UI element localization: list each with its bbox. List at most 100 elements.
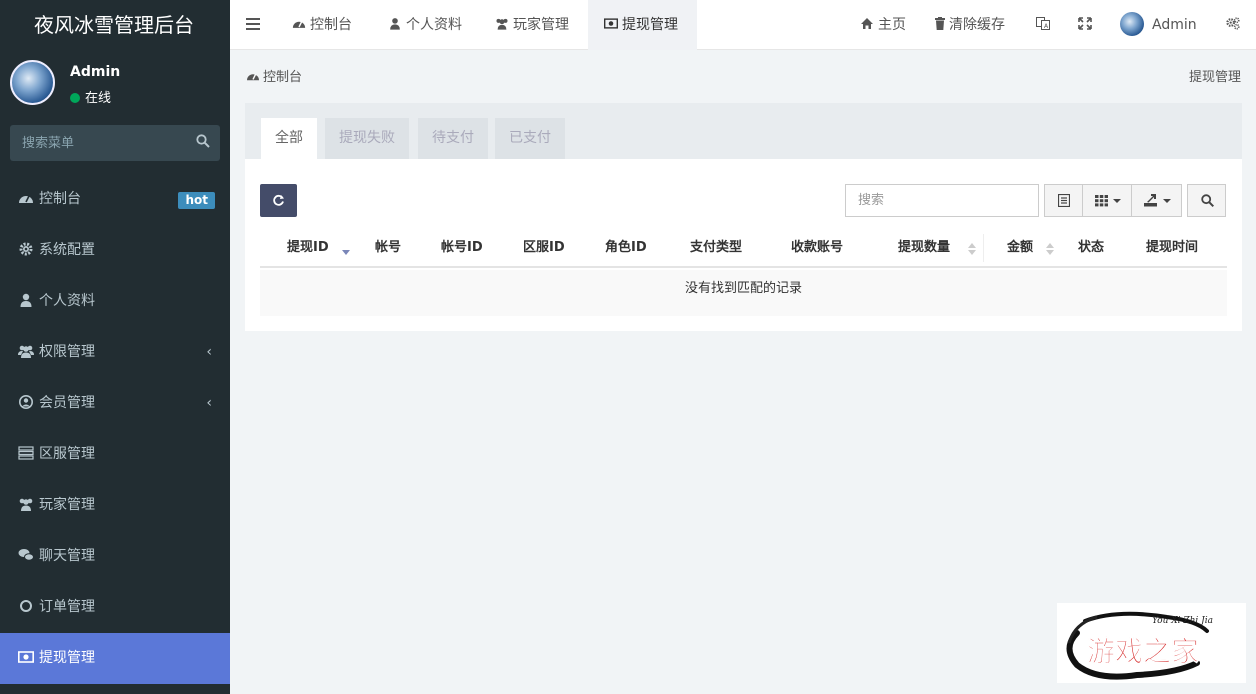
sidebar-search	[10, 125, 220, 161]
top-navbar: 控制台 个人资料 玩家管理 提现管理 主页 清除缓存 A Admin	[230, 0, 1256, 50]
user-status: 在线	[70, 87, 111, 106]
avatar[interactable]	[10, 60, 55, 105]
gears-icon	[1226, 17, 1240, 30]
user-menu[interactable]: Admin	[1120, 0, 1197, 50]
column-header[interactable]: 提现ID	[287, 228, 329, 268]
app-title[interactable]: 夜风冰雪管理后台	[0, 0, 230, 50]
user-icon	[390, 18, 400, 30]
column-header[interactable]: 提现数量	[898, 228, 950, 268]
sidebar-item-system-config[interactable]: 系统配置	[0, 225, 230, 276]
settings-button[interactable]	[1225, 0, 1245, 50]
tab-paid[interactable]: 已支付	[495, 118, 565, 159]
sidebar-item-members[interactable]: 会员管理 ‹	[0, 378, 230, 429]
gear-icon	[19, 242, 33, 256]
chevron-left-icon: ‹	[206, 395, 212, 411]
empty-table-message: 没有找到匹配的记录	[260, 270, 1227, 316]
sidebar-item-permissions[interactable]: 权限管理 ‹	[0, 327, 230, 378]
column-header: 支付类型	[690, 240, 743, 255]
watermark-logo: You Xi Zhi Jia 游戏之家	[1057, 603, 1246, 683]
home-label: 主页	[878, 17, 906, 33]
search-icon[interactable]	[196, 134, 210, 148]
column-header: 帐号	[375, 240, 402, 255]
tab-label: 个人资料	[406, 17, 462, 33]
circle-icon	[20, 600, 32, 612]
money-icon	[604, 18, 618, 29]
tab-profile[interactable]: 个人资料	[388, 0, 462, 50]
user-name: Admin	[70, 64, 121, 80]
tab-label: 玩家管理	[513, 17, 569, 33]
sidebar-item-label: 控制台	[39, 191, 81, 207]
column-header: 角色ID	[605, 240, 647, 255]
sidebar-toggle-button[interactable]	[246, 0, 260, 50]
table-search-input[interactable]	[845, 184, 1039, 217]
sidebar-item-label: 订单管理	[39, 599, 95, 615]
sidebar-item-players[interactable]: 玩家管理	[0, 480, 230, 531]
tab-withdraw-failed[interactable]: 提现失败	[325, 118, 409, 159]
chevron-left-icon: ‹	[206, 344, 212, 360]
search-icon	[1201, 194, 1214, 207]
sidebar-search-input[interactable]	[10, 125, 220, 161]
sidebar-item-servers[interactable]: 区服管理	[0, 429, 230, 480]
money-icon	[18, 651, 34, 663]
sort-both-icon[interactable]	[1046, 242, 1054, 256]
columns-dropdown-button[interactable]	[1082, 184, 1132, 217]
hamburger-icon	[246, 18, 260, 30]
clear-cache-button[interactable]: 清除缓存	[935, 0, 1005, 50]
fullscreen-button[interactable]	[1078, 0, 1096, 50]
sidebar-item-label: 聊天管理	[39, 548, 95, 564]
caret-down-icon	[1113, 199, 1121, 203]
list-icon	[1058, 194, 1070, 207]
refresh-icon	[273, 194, 284, 206]
tab-label: 控制台	[310, 17, 352, 33]
sidebar-menu: 控制台 hot 系统配置 个人资料 权限管理 ‹ 会员管理 ‹ 区服管理 玩家管…	[0, 174, 230, 684]
tab-players[interactable]: 玩家管理	[495, 0, 569, 50]
toggle-view-button[interactable]	[1044, 184, 1083, 217]
watermark-text: 游戏之家	[1087, 635, 1199, 668]
sidebar-item-withdrawals[interactable]: 提现管理	[0, 633, 230, 684]
group-icon	[18, 345, 34, 358]
watermark-brush-icon: You Xi Zhi Jia 游戏之家	[1066, 611, 1213, 680]
column-header: 帐号ID	[441, 240, 483, 255]
avatar	[1120, 12, 1144, 36]
export-dropdown-button[interactable]	[1131, 184, 1182, 217]
column-header: 区服ID	[523, 240, 565, 255]
sidebar-item-label: 系统配置	[39, 242, 95, 258]
tab-withdrawals[interactable]: 提现管理	[588, 0, 697, 50]
users-icon	[496, 18, 508, 30]
dashboard-icon	[19, 195, 33, 203]
refresh-button[interactable]	[260, 184, 297, 217]
column-header: 收款账号	[791, 240, 844, 255]
panel-tabs: 全部 提现失败 待支付 已支付	[245, 103, 1242, 159]
sidebar-item-label: 提现管理	[39, 650, 95, 666]
sort-desc-icon[interactable]	[342, 242, 350, 256]
server-list-icon	[18, 446, 34, 460]
sidebar-item-chat[interactable]: 聊天管理	[0, 531, 230, 582]
user-circle-icon	[19, 395, 33, 409]
sidebar-item-label: 权限管理	[39, 344, 95, 360]
language-button[interactable]: A	[1036, 0, 1054, 50]
sidebar-item-orders[interactable]: 订单管理	[0, 582, 230, 633]
sort-both-icon[interactable]	[968, 242, 976, 256]
sidebar-item-dashboard[interactable]: 控制台 hot	[0, 174, 230, 225]
column-divider	[983, 234, 984, 262]
clear-cache-label: 清除缓存	[949, 17, 1005, 33]
sidebar: 夜风冰雪管理后台 Admin 在线 控制台 hot 系统配置 个人资料 权限管理…	[0, 0, 230, 694]
withdrawal-panel: 全部 提现失败 待支付 已支付 提现ID 帐号 帐号ID 区服ID 角色ID 支…	[245, 103, 1242, 331]
home-link[interactable]: 主页	[860, 0, 906, 50]
tab-dashboard[interactable]: 控制台	[292, 0, 352, 50]
home-icon	[861, 18, 873, 29]
user-menu-label: Admin	[1152, 17, 1197, 33]
tab-all[interactable]: 全部	[261, 118, 317, 159]
breadcrumb-current: 提现管理	[1188, 70, 1241, 85]
sidebar-item-label: 区服管理	[39, 446, 95, 462]
column-header[interactable]: 金额	[1007, 228, 1033, 268]
tab-pending-payment[interactable]: 待支付	[418, 118, 488, 159]
hot-badge: hot	[178, 192, 215, 209]
trash-icon	[935, 17, 945, 30]
breadcrumb-home-link[interactable]: 控制台	[263, 70, 302, 85]
grid-icon	[1095, 195, 1108, 207]
search-button[interactable]	[1187, 184, 1226, 217]
chat-icon	[18, 549, 34, 561]
sidebar-item-profile[interactable]: 个人资料	[0, 276, 230, 327]
user-icon	[20, 293, 32, 307]
